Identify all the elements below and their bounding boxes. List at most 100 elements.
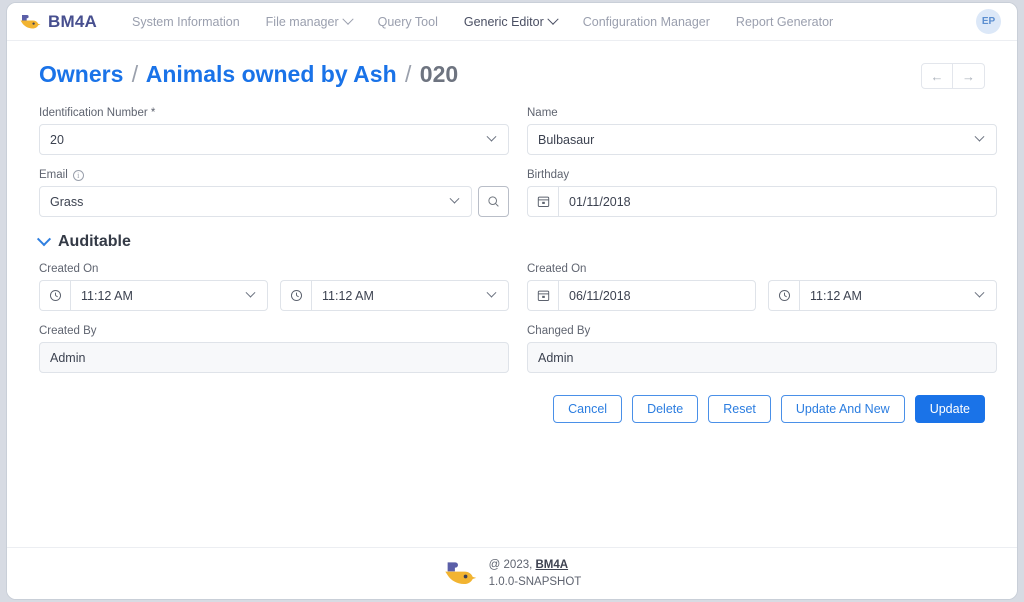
delete-button[interactable]: Delete [632,395,699,423]
label-text: Birthday [527,169,570,181]
field-label: Identification Number * [39,107,509,119]
breadcrumb-owners[interactable]: Owners [39,61,123,87]
calendar-icon[interactable] [527,280,558,311]
browser-window: BM4A System Information File manager Que… [6,2,1018,600]
clock-glyph [49,289,61,302]
footer-version: 1.0.0-SNAPSHOT [488,575,582,588]
auditable-section-toggle[interactable]: Auditable [36,232,985,251]
field-created-on-right: Created On 06/11/2018 11:12 AM [527,263,997,311]
field-value: 11:12 AM [322,288,374,303]
nav-item-query-tool[interactable]: Query Tool [365,15,451,29]
created-on-right-time-input[interactable]: 11:12 AM [799,280,997,311]
chevron-down-icon [449,193,460,204]
created-on-time1-group: 11:12 AM [39,280,268,311]
nav-item-label: File manager [265,14,339,29]
reset-button[interactable]: Reset [708,395,771,423]
breadcrumb: Owners / Animals owned by Ash / 020 [39,61,458,88]
field-value: Grass [50,194,84,209]
arrow-right-icon[interactable]: → [953,63,985,89]
created-on-time1-input[interactable]: 11:12 AM [70,280,268,311]
search-icon [488,196,499,207]
field-value: 06/11/2018 [569,288,631,303]
field-created-by: Created By Admin [39,325,509,373]
field-label: Name [527,107,997,119]
nav-items: System Information File manager Query To… [119,13,976,29]
label-text: Changed By [527,325,591,337]
birthday-field-group: 01/11/2018 [527,186,997,217]
field-label: Email i [39,169,509,181]
field-email: Email i Grass [39,169,509,217]
form-row-1: Identification Number * 20 Name Bulbasau… [39,107,997,155]
name-input[interactable]: Bulbasaur [527,124,997,155]
clock-icon[interactable] [280,280,311,311]
created-on-date-group: 06/11/2018 [527,280,756,311]
chevron-down-icon [486,287,497,298]
label-text: Email [39,169,68,181]
label-text: Name [527,107,558,119]
nav-item-configuration-manager[interactable]: Configuration Manager [570,15,723,29]
field-changed-by: Changed By Admin [527,325,997,373]
clock-icon[interactable] [39,280,70,311]
nav-item-system-information[interactable]: System Information [119,15,253,29]
top-navbar: BM4A System Information File manager Que… [7,3,1017,41]
chevron-down-icon [341,13,354,25]
clock-icon[interactable] [768,280,799,311]
created-by-input: Admin [39,342,509,373]
breadcrumb-current: 020 [419,61,459,87]
calendar-icon[interactable] [527,186,558,217]
field-identification-number: Identification Number * 20 [39,107,509,155]
field-value: 20 [50,132,64,147]
field-label: Created By [39,325,509,337]
update-and-new-button[interactable]: Update And New [780,395,905,423]
nav-item-report-generator[interactable]: Report Generator [723,15,846,29]
created-on-date-input[interactable]: 06/11/2018 [558,280,756,311]
footer-brand-link[interactable]: BM4A [536,559,569,571]
breadcrumb-separator: / [131,61,139,87]
field-value: Admin [50,350,86,365]
avatar[interactable]: EP [976,9,1001,34]
bm4a-bird-logo-icon [20,14,41,28]
nav-item-label: Report Generator [735,14,834,29]
clock-glyph [778,289,790,302]
field-label: Changed By [527,325,997,337]
footer: @ 2023, BM4A 1.0.0-SNAPSHOT [7,547,1017,599]
cancel-button[interactable]: Cancel [553,395,623,423]
created-on-time2-group: 11:12 AM [280,280,509,311]
nav-item-label: Query Tool [377,14,438,29]
avatar-initials: EP [981,16,996,27]
nav-item-generic-editor[interactable]: Generic Editor [451,13,570,29]
field-birthday: Birthday 01/11/2018 [527,169,997,217]
field-value: 11:12 AM [81,288,133,303]
main-content: Owners / Animals owned by Ash / 020 ← → … [7,41,1017,547]
field-name: Name Bulbasaur [527,107,997,155]
created-on-time2-input[interactable]: 11:12 AM [311,280,509,311]
info-icon[interactable]: i [72,169,84,181]
record-navigation: ← → [921,63,985,89]
brand-label: BM4A [48,11,97,31]
bm4a-bird-logo-icon [444,561,476,584]
breadcrumb-separator: / [405,61,412,87]
title-row: Owners / Animals owned by Ash / 020 ← → [39,61,985,89]
field-value: 01/11/2018 [569,194,631,209]
field-label: Created On [527,263,997,275]
nav-item-file-manager[interactable]: File manager [253,13,365,29]
nav-item-label: Configuration Manager [582,14,710,29]
footer-text: @ 2023, BM4A 1.0.0-SNAPSHOT [489,557,582,590]
form-row-4: Created By Admin Changed By Admin [39,325,997,373]
arrow-left-icon[interactable]: ← [921,63,953,89]
identification-number-input[interactable]: 20 [39,124,509,155]
update-button[interactable]: Update [914,395,985,423]
calendar-glyph [537,196,549,208]
brand[interactable]: BM4A [19,12,97,32]
chevron-down-icon [36,232,52,247]
search-button[interactable] [478,186,509,217]
field-label: Created On [39,263,509,275]
field-label: Birthday [527,169,997,181]
field-created-on-left: Created On 11:12 AM 11:12 AM [39,263,509,311]
email-field-group: Grass [39,186,509,217]
email-input[interactable]: Grass [39,186,472,217]
field-value: 11:12 AM [810,288,862,303]
action-buttons: Cancel Delete Reset Update And New Updat… [39,395,985,423]
birthday-input[interactable]: 01/11/2018 [558,186,997,217]
breadcrumb-animals[interactable]: Animals owned by Ash [146,61,397,87]
